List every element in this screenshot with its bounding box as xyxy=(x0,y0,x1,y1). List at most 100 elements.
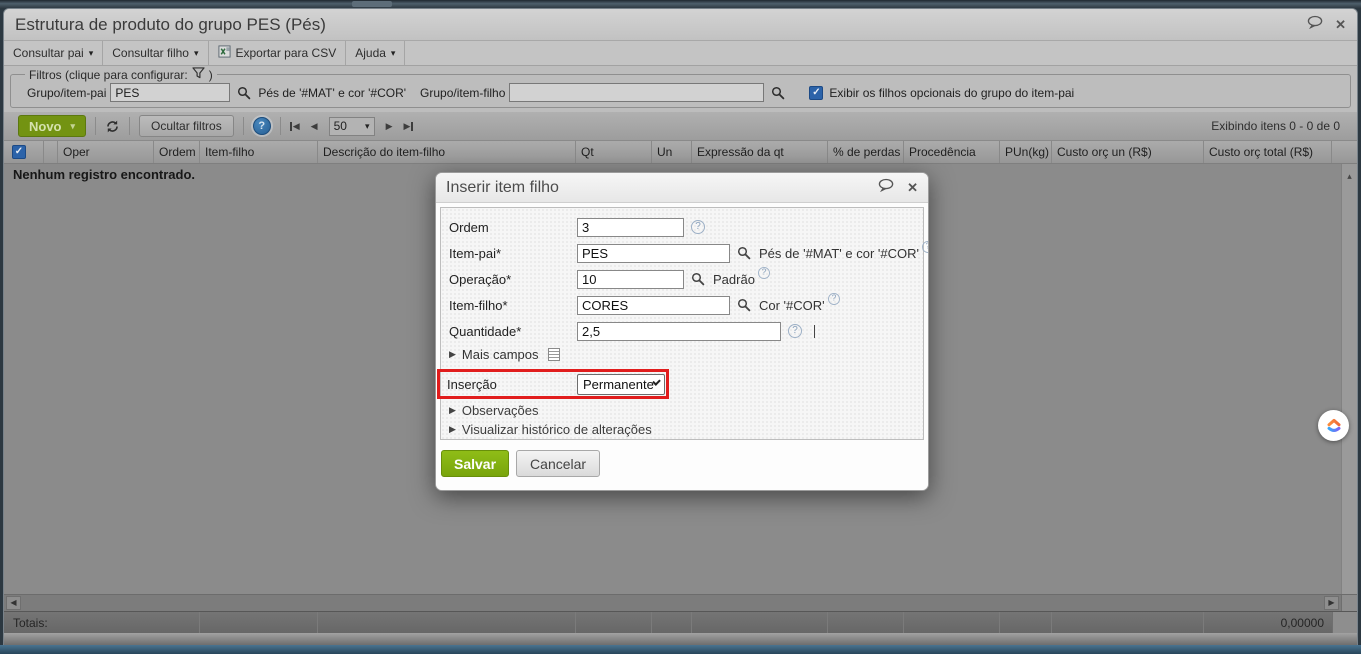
scroll-right-icon[interactable]: ▶ xyxy=(1324,596,1339,610)
column-spacer xyxy=(44,141,58,163)
clickup-widget-button[interactable] xyxy=(1318,410,1349,441)
column-header-oper[interactable]: Oper xyxy=(58,141,154,163)
refresh-icon[interactable] xyxy=(105,119,120,134)
insercao-label: Inserção xyxy=(447,376,497,392)
inserir-item-filho-dialog: Inserir item filho ✕ Ordem ? Item-pai* xyxy=(435,172,929,491)
grupo-item-pai-hint: Pés de '#MAT' e cor '#COR' xyxy=(258,85,407,100)
item-filho-hint: Cor '#COR' xyxy=(759,297,825,313)
column-header-un[interactable]: Un xyxy=(652,141,692,163)
top-strip-notch xyxy=(352,1,392,7)
chevron-down-icon: ▾ xyxy=(193,47,199,58)
mais-campos-toggle[interactable]: ▶ Mais campos xyxy=(449,344,923,364)
grupo-item-pai-input[interactable] xyxy=(110,83,231,102)
totals-value: 0,00000 xyxy=(1280,615,1324,630)
help-icon[interactable]: ? xyxy=(788,324,802,338)
cancelar-button[interactable]: Cancelar xyxy=(516,450,601,477)
divider xyxy=(129,117,131,135)
prev-page-icon[interactable]: ◀ xyxy=(311,121,318,131)
select-all-checkbox[interactable]: ✓ xyxy=(12,145,26,159)
observacoes-toggle[interactable]: ▶ Observações xyxy=(449,401,923,420)
operacao-hint: Padrão xyxy=(713,271,755,287)
disclosure-icon: ▶ xyxy=(449,405,456,415)
help-icon[interactable]: ? xyxy=(827,293,840,305)
comment-bubble-icon[interactable] xyxy=(878,178,895,197)
grupo-item-filho-input[interactable] xyxy=(509,83,765,102)
insercao-select[interactable]: Permanente xyxy=(577,373,665,395)
last-page-icon[interactable]: ▶ xyxy=(403,121,414,131)
chevron-down-icon: ▾ xyxy=(365,120,370,131)
horizontal-scrollbar[interactable]: ◀ ▶ xyxy=(4,594,1357,611)
grid-toolbar: Novo ▾ Ocultar filtros ? ◀ ◀ 50 ▾ ▶ ▶ Ex… xyxy=(4,112,1357,141)
next-page-icon[interactable]: ▶ xyxy=(386,121,393,131)
column-header-ordem[interactable]: Ordem xyxy=(154,141,200,163)
ordem-input[interactable] xyxy=(577,217,684,237)
ordem-label: Ordem xyxy=(449,219,489,235)
historico-toggle[interactable]: ▶ Visualizar histórico de alterações xyxy=(449,420,923,439)
divider xyxy=(242,117,244,135)
form-icon xyxy=(547,347,560,361)
pager: ◀ ◀ 50 ▾ ▶ ▶ xyxy=(289,116,414,136)
item-filho-input[interactable] xyxy=(577,295,730,315)
column-header-expressao[interactable]: Expressão da qt xyxy=(692,141,828,163)
menu-consultar-pai[interactable]: Consultar pai ▾ xyxy=(4,41,104,65)
comment-bubble-icon[interactable] xyxy=(1307,15,1324,34)
scroll-up-icon[interactable]: ▴ xyxy=(1347,172,1352,594)
search-icon[interactable] xyxy=(771,86,785,100)
text-cursor xyxy=(814,324,815,338)
dialog-titlebar: Inserir item filho ✕ xyxy=(436,173,928,203)
item-pai-label: Item-pai* xyxy=(449,245,502,261)
help-icon[interactable]: ? xyxy=(922,241,928,253)
search-icon[interactable] xyxy=(691,272,705,286)
salvar-button[interactable]: Salvar xyxy=(441,450,510,477)
menu-consultar-filho[interactable]: Consultar filho ▾ xyxy=(103,41,209,65)
scroll-left-icon[interactable]: ◀ xyxy=(6,596,21,610)
close-icon[interactable]: ✕ xyxy=(1335,18,1346,31)
help-icon[interactable]: ? xyxy=(252,117,271,135)
filters-legend[interactable]: Filtros (clique para configurar: ) xyxy=(25,67,217,82)
chevron-down-icon: ▾ xyxy=(70,120,76,131)
totals-row: Totais: 0,00000 xyxy=(4,611,1357,633)
help-icon[interactable]: ? xyxy=(691,220,705,234)
funnel-icon xyxy=(192,67,205,82)
search-icon[interactable] xyxy=(237,86,251,100)
column-header-perdas[interactable]: % de perdas xyxy=(828,141,904,163)
first-page-icon[interactable]: ◀ xyxy=(289,121,300,131)
browser-bottom-edge xyxy=(0,645,1361,654)
search-icon[interactable] xyxy=(737,246,751,260)
search-icon[interactable] xyxy=(737,298,751,312)
scrollbar-corner xyxy=(1341,595,1357,611)
dialog-close-icon[interactable]: ✕ xyxy=(907,181,918,194)
dialog-fields-panel: Ordem ? Item-pai* Pés de '#MAT' e cor '#… xyxy=(437,207,928,440)
column-header-custo-total[interactable]: Custo orç total (R$) xyxy=(1204,141,1332,163)
quantidade-label: Quantidade* xyxy=(449,323,522,339)
column-header-custo-un[interactable]: Custo orç un (R$) xyxy=(1052,141,1204,163)
vertical-scrollbar[interactable]: ▴ xyxy=(1341,164,1357,594)
help-icon[interactable]: ? xyxy=(757,267,770,279)
exibir-opcionais-label: Exibir os filhos opcionais do grupo do i… xyxy=(829,85,1075,100)
column-header-procedencia[interactable]: Procedência xyxy=(904,141,1000,163)
item-pai-input[interactable] xyxy=(577,243,730,263)
quantidade-input[interactable] xyxy=(577,321,781,341)
grupo-item-filho-label: Grupo/item-filho xyxy=(420,85,506,100)
column-header-descricao[interactable]: Descrição do item-filho xyxy=(318,141,576,163)
ocultar-filtros-button[interactable]: Ocultar filtros xyxy=(139,115,234,137)
exibir-opcionais-checkbox[interactable]: ✓ xyxy=(809,85,824,100)
menu-ajuda[interactable]: Ajuda ▾ xyxy=(346,41,406,65)
dialog-footer: Salvar Cancelar xyxy=(440,440,924,477)
check-icon: ✓ xyxy=(14,146,24,157)
column-header-pun[interactable]: PUn(kg) xyxy=(1000,141,1052,163)
divider xyxy=(95,117,97,135)
menu-exportar-csv[interactable]: Exportar para CSV xyxy=(209,41,347,65)
divider xyxy=(279,117,281,135)
operacao-input[interactable] xyxy=(577,269,684,289)
window-titlebar: Estrutura de produto do grupo PES (Pés) … xyxy=(4,9,1357,41)
page-size-select[interactable]: 50 ▾ xyxy=(328,116,375,136)
grid-header: ✓ Oper Ordem Item-filho Descrição do ite… xyxy=(4,141,1357,164)
browser-top-edge xyxy=(0,0,1361,8)
column-header-item-filho[interactable]: Item-filho xyxy=(200,141,318,163)
novo-button[interactable]: Novo ▾ xyxy=(18,115,87,137)
disclosure-icon: ▶ xyxy=(449,424,456,434)
window-bottom-edge xyxy=(4,633,1357,645)
column-header-qt[interactable]: Qt xyxy=(576,141,652,163)
filters-section: Filtros (clique para configurar: ) Grupo… xyxy=(4,66,1357,112)
